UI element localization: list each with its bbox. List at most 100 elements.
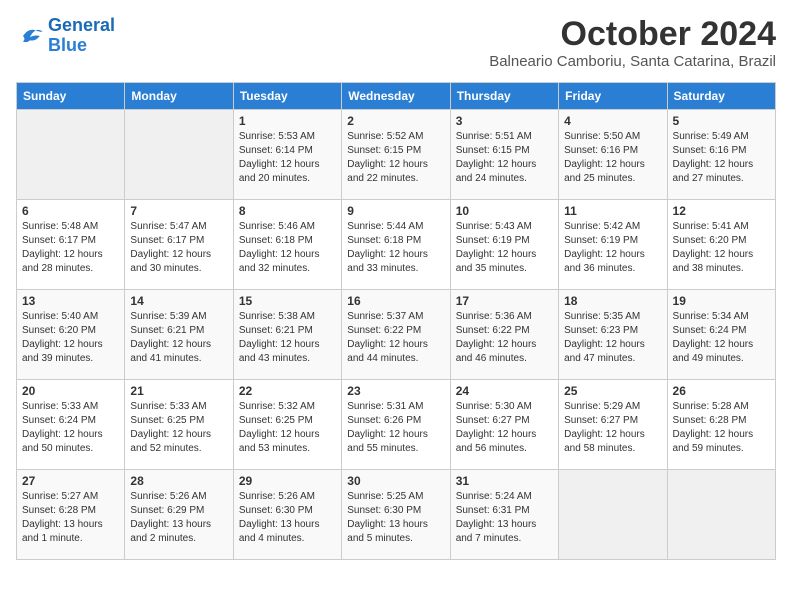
location-subtitle: Balneario Camboriu, Santa Catarina, Braz…	[489, 53, 776, 70]
day-number: 1	[239, 114, 336, 128]
day-info: Sunrise: 5:43 AM Sunset: 6:19 PM Dayligh…	[456, 220, 553, 276]
calendar-week-3: 13Sunrise: 5:40 AM Sunset: 6:20 PM Dayli…	[17, 290, 776, 380]
day-number: 2	[347, 114, 444, 128]
calendar-cell: 19 Sunrise: 5:34 AM Sunset: 6:24 PM Dayli…	[667, 290, 775, 380]
calendar-cell: 23 Sunrise: 5:31 AM Sunset: 6:26 PM Dayli…	[342, 380, 450, 470]
calendar-cell: 3 Sunrise: 5:51 AM Sunset: 6:15 PM Daylig…	[450, 110, 558, 200]
calendar-cell: 20Sunrise: 5:33 AM Sunset: 6:24 PM Dayli…	[17, 380, 125, 470]
day-info: Sunrise: 5:26 AM Sunset: 6:29 PM Dayligh…	[130, 490, 227, 546]
calendar-cell: 1 Sunrise: 5:53 AM Sunset: 6:14 PM Daylig…	[233, 110, 341, 200]
day-number: 22	[239, 384, 336, 398]
title-section: October 2024 Balneario Camboriu, Santa C…	[489, 16, 776, 70]
calendar-cell: 18 Sunrise: 5:35 AM Sunset: 6:23 PM Dayli…	[559, 290, 667, 380]
calendar-cell: 30Sunrise: 5:25 AM Sunset: 6:30 PM Dayli…	[342, 470, 450, 560]
calendar-week-1: 1 Sunrise: 5:53 AM Sunset: 6:14 PM Daylig…	[17, 110, 776, 200]
day-number: 4	[564, 114, 661, 128]
calendar-cell	[125, 110, 233, 200]
calendar-week-4: 20Sunrise: 5:33 AM Sunset: 6:24 PM Dayli…	[17, 380, 776, 470]
day-info: Sunrise: 5:46 AM Sunset: 6:18 PM Dayligh…	[239, 220, 336, 276]
calendar-header-row: SundayMondayTuesdayWednesdayThursdayFrid…	[17, 83, 776, 110]
day-info: Sunrise: 5:47 AM Sunset: 6:17 PM Dayligh…	[130, 220, 227, 276]
logo-text: General Blue	[48, 16, 115, 56]
day-info: Sunrise: 5:52 AM Sunset: 6:15 PM Dayligh…	[347, 130, 444, 186]
calendar-cell: 8 Sunrise: 5:46 AM Sunset: 6:18 PM Daylig…	[233, 200, 341, 290]
day-number: 7	[130, 204, 227, 218]
calendar-cell: 7 Sunrise: 5:47 AM Sunset: 6:17 PM Daylig…	[125, 200, 233, 290]
day-info: Sunrise: 5:33 AM Sunset: 6:25 PM Dayligh…	[130, 400, 227, 456]
day-number: 30	[347, 474, 444, 488]
day-info: Sunrise: 5:30 AM Sunset: 6:27 PM Dayligh…	[456, 400, 553, 456]
day-number: 10	[456, 204, 553, 218]
header-monday: Monday	[125, 83, 233, 110]
calendar-week-2: 6 Sunrise: 5:48 AM Sunset: 6:17 PM Daylig…	[17, 200, 776, 290]
calendar-week-5: 27Sunrise: 5:27 AM Sunset: 6:28 PM Dayli…	[17, 470, 776, 560]
day-number: 14	[130, 294, 227, 308]
calendar-cell: 28Sunrise: 5:26 AM Sunset: 6:29 PM Dayli…	[125, 470, 233, 560]
day-number: 17	[456, 294, 553, 308]
day-info: Sunrise: 5:48 AM Sunset: 6:17 PM Dayligh…	[22, 220, 119, 276]
header-saturday: Saturday	[667, 83, 775, 110]
day-info: Sunrise: 5:53 AM Sunset: 6:14 PM Dayligh…	[239, 130, 336, 186]
calendar-cell: 4Sunrise: 5:50 AM Sunset: 6:16 PM Daylig…	[559, 110, 667, 200]
calendar-cell: 10 Sunrise: 5:43 AM Sunset: 6:19 PM Dayli…	[450, 200, 558, 290]
calendar-cell: 11 Sunrise: 5:42 AM Sunset: 6:19 PM Dayli…	[559, 200, 667, 290]
page-header: General Blue October 2024 Balneario Camb…	[16, 16, 776, 70]
day-info: Sunrise: 5:49 AM Sunset: 6:16 PM Dayligh…	[673, 130, 770, 186]
calendar-cell: 14Sunrise: 5:39 AM Sunset: 6:21 PM Dayli…	[125, 290, 233, 380]
day-number: 21	[130, 384, 227, 398]
day-info: Sunrise: 5:40 AM Sunset: 6:20 PM Dayligh…	[22, 310, 119, 366]
calendar-cell: 31 Sunrise: 5:24 AM Sunset: 6:31 PM Dayli…	[450, 470, 558, 560]
day-info: Sunrise: 5:42 AM Sunset: 6:19 PM Dayligh…	[564, 220, 661, 276]
calendar-cell: 12Sunrise: 5:41 AM Sunset: 6:20 PM Dayli…	[667, 200, 775, 290]
calendar-cell	[559, 470, 667, 560]
day-info: Sunrise: 5:27 AM Sunset: 6:28 PM Dayligh…	[22, 490, 119, 546]
day-number: 9	[347, 204, 444, 218]
header-sunday: Sunday	[17, 83, 125, 110]
day-info: Sunrise: 5:34 AM Sunset: 6:24 PM Dayligh…	[673, 310, 770, 366]
day-number: 6	[22, 204, 119, 218]
day-number: 31	[456, 474, 553, 488]
day-info: Sunrise: 5:29 AM Sunset: 6:27 PM Dayligh…	[564, 400, 661, 456]
calendar-cell: 2 Sunrise: 5:52 AM Sunset: 6:15 PM Daylig…	[342, 110, 450, 200]
calendar-cell: 27Sunrise: 5:27 AM Sunset: 6:28 PM Dayli…	[17, 470, 125, 560]
day-info: Sunrise: 5:38 AM Sunset: 6:21 PM Dayligh…	[239, 310, 336, 366]
day-number: 15	[239, 294, 336, 308]
day-number: 5	[673, 114, 770, 128]
day-number: 8	[239, 204, 336, 218]
day-info: Sunrise: 5:37 AM Sunset: 6:22 PM Dayligh…	[347, 310, 444, 366]
day-number: 12	[673, 204, 770, 218]
day-number: 11	[564, 204, 661, 218]
day-number: 3	[456, 114, 553, 128]
day-number: 18	[564, 294, 661, 308]
day-info: Sunrise: 5:32 AM Sunset: 6:25 PM Dayligh…	[239, 400, 336, 456]
day-info: Sunrise: 5:24 AM Sunset: 6:31 PM Dayligh…	[456, 490, 553, 546]
calendar-cell: 15 Sunrise: 5:38 AM Sunset: 6:21 PM Dayli…	[233, 290, 341, 380]
day-info: Sunrise: 5:35 AM Sunset: 6:23 PM Dayligh…	[564, 310, 661, 366]
calendar-cell: 24 Sunrise: 5:30 AM Sunset: 6:27 PM Dayli…	[450, 380, 558, 470]
calendar-cell: 5 Sunrise: 5:49 AM Sunset: 6:16 PM Daylig…	[667, 110, 775, 200]
day-number: 19	[673, 294, 770, 308]
day-info: Sunrise: 5:26 AM Sunset: 6:30 PM Dayligh…	[239, 490, 336, 546]
header-wednesday: Wednesday	[342, 83, 450, 110]
day-info: Sunrise: 5:44 AM Sunset: 6:18 PM Dayligh…	[347, 220, 444, 276]
header-tuesday: Tuesday	[233, 83, 341, 110]
day-info: Sunrise: 5:28 AM Sunset: 6:28 PM Dayligh…	[673, 400, 770, 456]
day-info: Sunrise: 5:31 AM Sunset: 6:26 PM Dayligh…	[347, 400, 444, 456]
calendar-cell: 17Sunrise: 5:36 AM Sunset: 6:22 PM Dayli…	[450, 290, 558, 380]
calendar-cell	[17, 110, 125, 200]
day-number: 25	[564, 384, 661, 398]
calendar-cell: 26Sunrise: 5:28 AM Sunset: 6:28 PM Dayli…	[667, 380, 775, 470]
calendar-table: SundayMondayTuesdayWednesdayThursdayFrid…	[16, 82, 776, 560]
day-info: Sunrise: 5:51 AM Sunset: 6:15 PM Dayligh…	[456, 130, 553, 186]
calendar-cell	[667, 470, 775, 560]
calendar-cell: 21 Sunrise: 5:33 AM Sunset: 6:25 PM Dayli…	[125, 380, 233, 470]
calendar-cell: 9 Sunrise: 5:44 AM Sunset: 6:18 PM Daylig…	[342, 200, 450, 290]
logo-icon	[16, 22, 44, 50]
logo: General Blue	[16, 16, 115, 56]
day-number: 20	[22, 384, 119, 398]
day-number: 24	[456, 384, 553, 398]
calendar-cell: 29Sunrise: 5:26 AM Sunset: 6:30 PM Dayli…	[233, 470, 341, 560]
calendar-cell: 16Sunrise: 5:37 AM Sunset: 6:22 PM Dayli…	[342, 290, 450, 380]
calendar-cell: 25 Sunrise: 5:29 AM Sunset: 6:27 PM Dayli…	[559, 380, 667, 470]
day-number: 23	[347, 384, 444, 398]
